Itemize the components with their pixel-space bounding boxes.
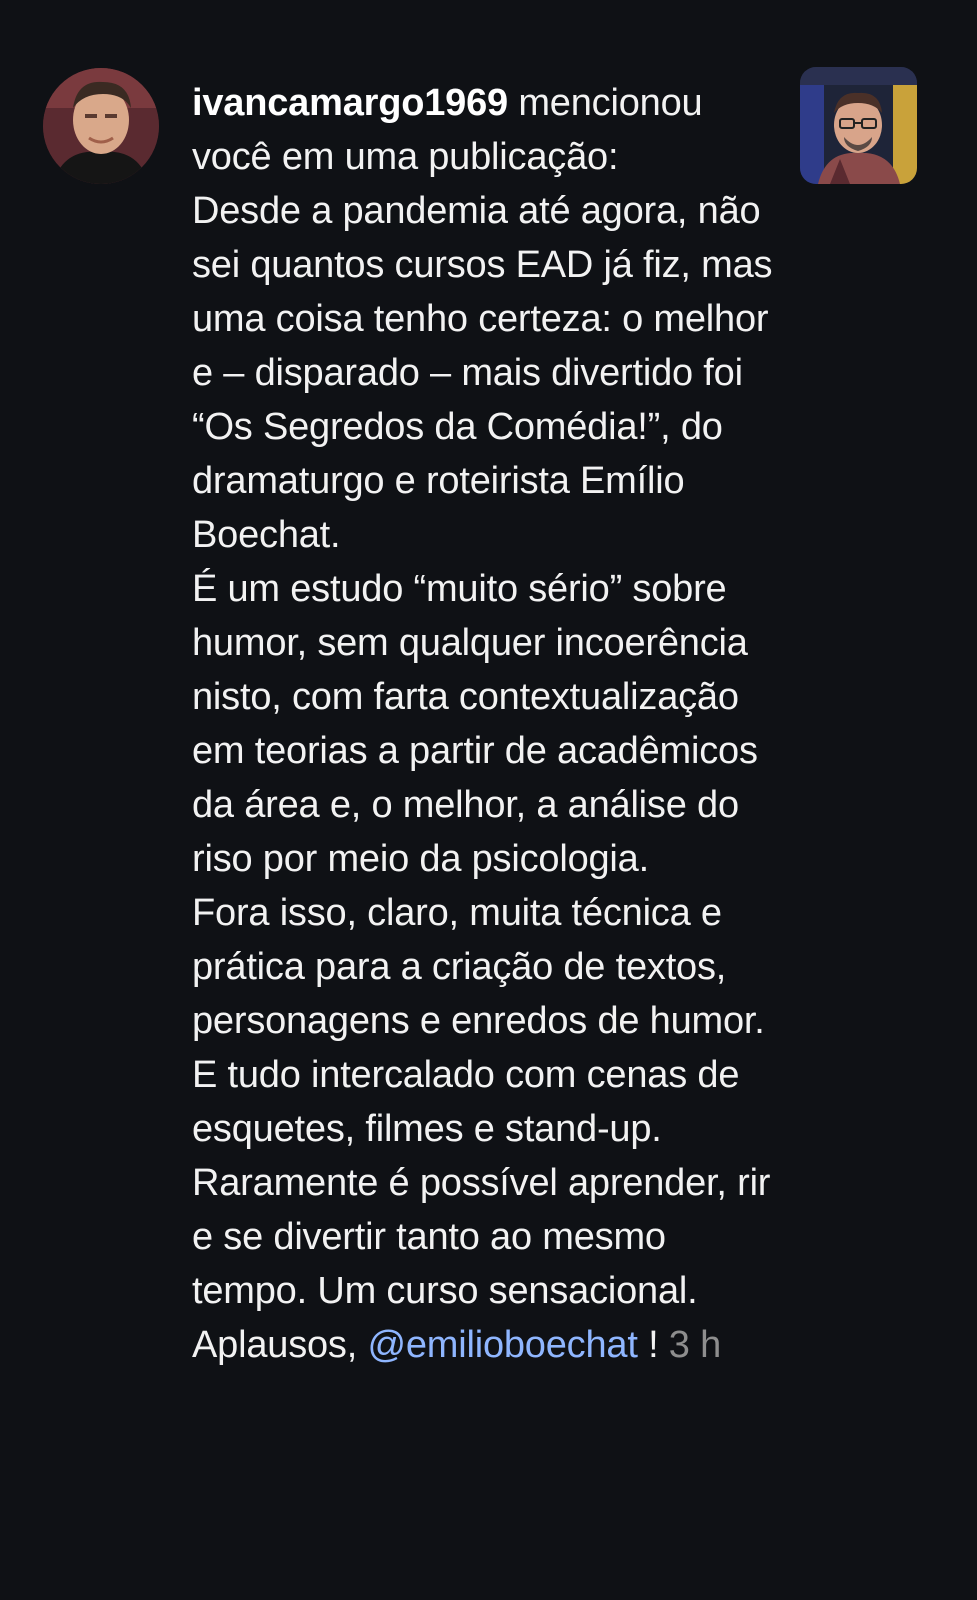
post-caption-paragraph: Fora isso, claro, muita técnica e prátic… — [192, 892, 776, 1150]
post-thumbnail[interactable] — [800, 67, 917, 184]
closing-prefix: Aplausos, — [192, 1324, 368, 1366]
thumbnail-image — [800, 67, 917, 184]
mention-link[interactable]: @emilioboechat — [367, 1324, 637, 1366]
post-caption-paragraph: Raramente é possível aprender, rir e se … — [192, 1162, 781, 1312]
user-avatar[interactable] — [43, 68, 159, 184]
mention-notification[interactable]: ivancamargo1969 mencionou você em uma pu… — [0, 0, 977, 1600]
closing-suffix: ! — [637, 1324, 659, 1366]
timestamp: 3 h — [668, 1324, 722, 1366]
post-caption-paragraph: Desde a pandemia até agora, não sei quan… — [192, 190, 783, 556]
post-caption-paragraph: É um estudo “muito sério” sobre humor, s… — [192, 568, 769, 880]
username-link[interactable]: ivancamargo1969 — [192, 82, 508, 124]
notification-text: ivancamargo1969 mencionou você em uma pu… — [192, 76, 782, 1372]
avatar-photo — [43, 68, 159, 184]
